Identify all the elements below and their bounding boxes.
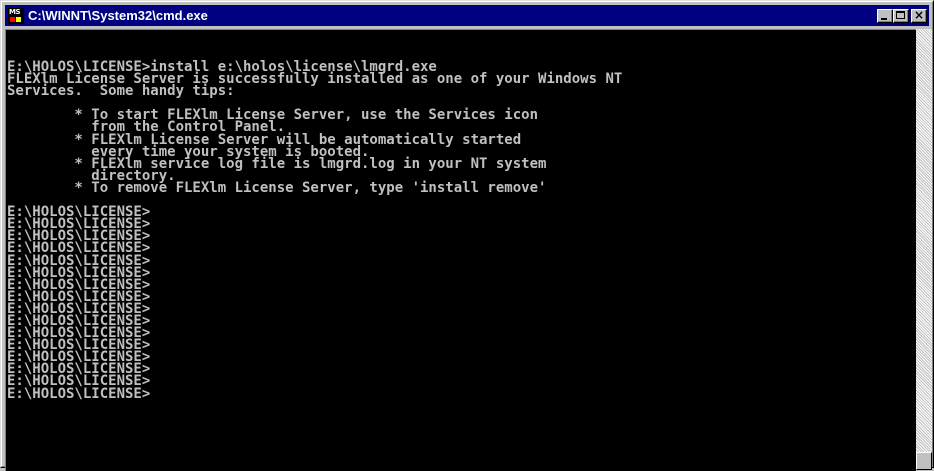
close-icon: × bbox=[913, 7, 925, 22]
title-bar[interactable]: MS C:\WINNT\System32\cmd.exe × bbox=[5, 5, 929, 26]
maximize-icon bbox=[896, 10, 905, 19]
console-line: E:\HOLOS\LICENSE> bbox=[7, 385, 151, 402]
window-controls: × bbox=[877, 7, 927, 23]
minimize-button[interactable] bbox=[877, 8, 893, 23]
window-frame: MS C:\WINNT\System32\cmd.exe × E:\HOLOS\… bbox=[1, 1, 933, 471]
window-title: C:\WINNT\System32\cmd.exe bbox=[28, 8, 208, 23]
maximize-button[interactable] bbox=[893, 8, 909, 23]
minimize-icon bbox=[881, 17, 887, 20]
console-text: E:\HOLOS\LICENSE>install e:\holos\licens… bbox=[6, 30, 916, 402]
close-button[interactable]: × bbox=[911, 7, 927, 23]
console-line: * To remove FLEXlm License Server, type … bbox=[7, 179, 547, 196]
scroll-thumb[interactable] bbox=[916, 452, 932, 470]
cmd-window: MS C:\WINNT\System32\cmd.exe × E:\HOLOS\… bbox=[0, 0, 934, 471]
console-output[interactable]: E:\HOLOS\LICENSE>install e:\holos\licens… bbox=[5, 29, 916, 471]
console-line: Services. Some handy tips: bbox=[7, 83, 235, 100]
vertical-scrollbar[interactable] bbox=[916, 29, 932, 470]
ms-dos-icon[interactable]: MS bbox=[8, 7, 24, 24]
